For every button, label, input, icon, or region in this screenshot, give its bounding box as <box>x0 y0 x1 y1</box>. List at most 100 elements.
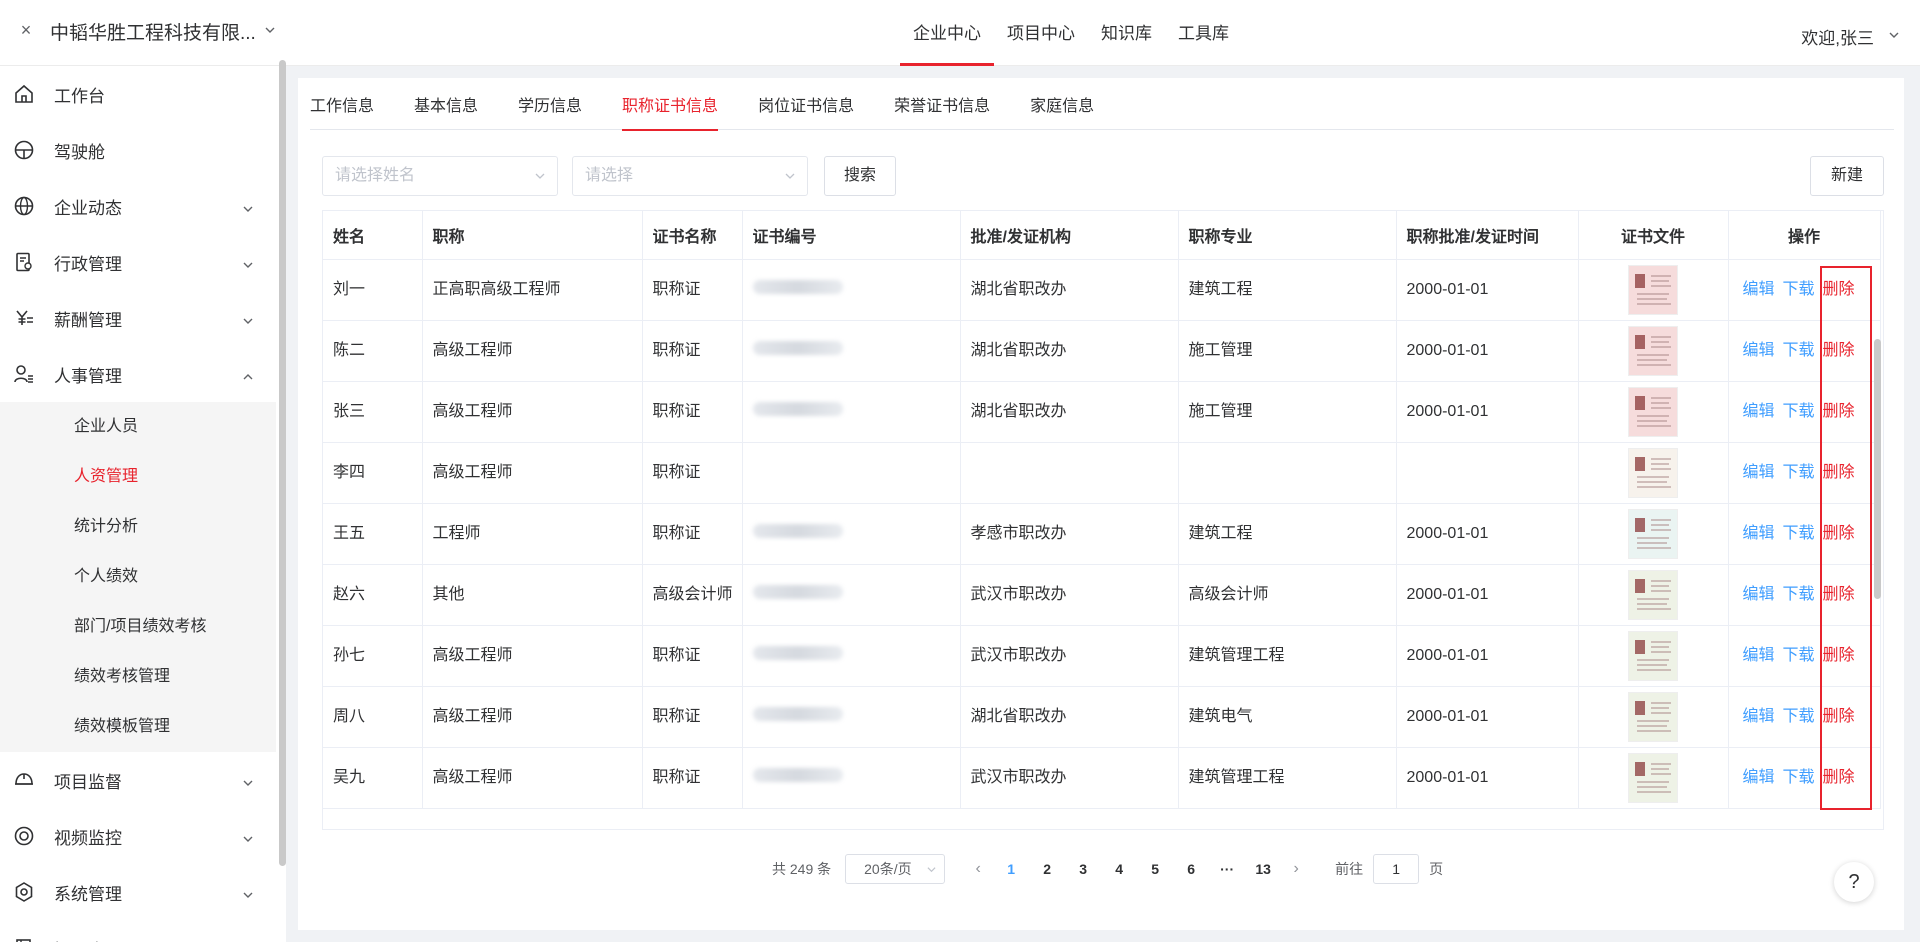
certificate-thumbnail[interactable] <box>1628 386 1678 437</box>
top-nav-item[interactable]: 工具库 <box>1165 0 1242 66</box>
table-row[interactable]: 赵六 其他 高级会计师 武汉市职改办 高级会计师 2000-01-01 编辑 下载 删除 <box>323 564 1881 626</box>
table-scrollbar[interactable] <box>1874 339 1881 599</box>
page-number[interactable]: 4 <box>1101 861 1137 877</box>
edit-link[interactable]: 编辑 <box>1743 342 1775 359</box>
sidebar-item[interactable]: 薪酬管理 <box>0 290 276 346</box>
close-icon[interactable]: × <box>18 21 34 39</box>
sidebar-subitem[interactable]: 绩效模板管理 <box>0 702 276 752</box>
sidebar-item[interactable]: 工作台 <box>0 66 276 122</box>
edit-link[interactable]: 编辑 <box>1743 403 1775 420</box>
goto-page-input[interactable]: 1 <box>1373 854 1420 884</box>
prev-page-icon[interactable]: ‹ <box>963 860 993 878</box>
sidebar-subitem[interactable]: 个人绩效 <box>0 552 276 602</box>
page-number[interactable]: ··· <box>1209 861 1245 877</box>
download-link[interactable]: 下载 <box>1783 403 1815 420</box>
download-link[interactable]: 下载 <box>1783 342 1815 359</box>
table-row[interactable]: 李四 高级工程师 职称证 编辑 下载 删除 <box>323 442 1881 504</box>
edit-link[interactable]: 编辑 <box>1743 464 1775 481</box>
sidebar-item[interactable]: 知识库 <box>0 920 276 942</box>
certificate-thumbnail[interactable] <box>1628 264 1678 315</box>
filter-select[interactable]: 请选择 <box>572 156 808 196</box>
company-name[interactable]: 中韬华胜工程科技有限... <box>50 18 256 45</box>
table-row[interactable]: 张三 高级工程师 职称证 湖北省职改办 施工管理 2000-01-01 编辑 下载 删除 <box>323 381 1881 443</box>
help-button[interactable]: ? <box>1834 862 1874 902</box>
chevron-down-icon <box>242 256 254 268</box>
sidebar-item[interactable]: 视频监控 <box>0 808 276 864</box>
sidebar-scrollbar[interactable] <box>279 60 286 866</box>
certificate-thumbnail[interactable] <box>1628 325 1678 376</box>
cell-title: 其他 <box>422 564 643 626</box>
sidebar-item[interactable]: 行政管理 <box>0 234 276 290</box>
chevron-down-icon[interactable] <box>264 24 276 36</box>
cell-issuer: 孝感市职改办 <box>960 503 1179 565</box>
edit-link[interactable]: 编辑 <box>1743 586 1775 603</box>
page-number[interactable]: 13 <box>1245 861 1281 877</box>
cell-issuer: 武汉市职改办 <box>960 625 1179 687</box>
table-row[interactable]: 吴九 高级工程师 职称证 武汉市职改办 建筑管理工程 2000-01-01 编辑 下载 删除 <box>323 747 1881 809</box>
name-select[interactable]: 请选择姓名 <box>322 156 558 196</box>
edit-link[interactable]: 编辑 <box>1743 525 1775 542</box>
page-number[interactable]: 6 <box>1173 861 1209 877</box>
sidebar-item-label: 薪酬管理 <box>54 310 122 330</box>
column-header: 证书文件 <box>1578 211 1729 260</box>
certificate-thumbnail[interactable] <box>1628 630 1678 681</box>
total-count: 共 249 条 <box>772 861 832 877</box>
new-button[interactable]: 新建 <box>1810 156 1884 196</box>
column-header: 职称批准/发证时间 <box>1396 211 1579 260</box>
next-page-icon[interactable]: › <box>1281 860 1311 878</box>
sidebar-subitem[interactable]: 人资管理 <box>0 452 276 502</box>
tab-item[interactable]: 基本信息 <box>414 94 478 130</box>
certificate-thumbnail[interactable] <box>1628 569 1678 620</box>
edit-link[interactable]: 编辑 <box>1743 647 1775 664</box>
download-link[interactable]: 下载 <box>1783 769 1815 786</box>
sidebar-item[interactable]: 驾驶舱 <box>0 122 276 178</box>
chevron-down-icon <box>242 886 254 898</box>
certificate-thumbnail[interactable] <box>1628 691 1678 742</box>
sidebar-item[interactable]: 人事管理 <box>0 346 276 402</box>
cell-cert-name: 职称证 <box>642 320 743 382</box>
tab-item[interactable]: 工作信息 <box>310 94 374 130</box>
table-row[interactable]: 王五 工程师 职称证 孝感市职改办 建筑工程 2000-01-01 编辑 下载 删除 <box>323 503 1881 565</box>
page-number[interactable]: 5 <box>1137 861 1173 877</box>
sidebar-subitem[interactable]: 绩效考核管理 <box>0 652 276 702</box>
download-link[interactable]: 下载 <box>1783 281 1815 298</box>
tab-item[interactable]: 家庭信息 <box>1030 94 1094 130</box>
sidebar-item[interactable]: 项目监督 <box>0 752 276 808</box>
certificate-thumbnail[interactable] <box>1628 508 1678 559</box>
page-number[interactable]: 3 <box>1065 861 1101 877</box>
download-link[interactable]: 下载 <box>1783 586 1815 603</box>
edit-link[interactable]: 编辑 <box>1743 708 1775 725</box>
search-button[interactable]: 搜索 <box>824 156 896 196</box>
table-row[interactable]: 刘一 正高职高级工程师 职称证 湖北省职改办 建筑工程 2000-01-01 编辑 下载 删除 <box>323 259 1881 321</box>
page-size-select[interactable]: 20条/页 <box>845 854 946 884</box>
top-nav-item[interactable]: 项目中心 <box>994 0 1088 66</box>
tab-item[interactable]: 学历信息 <box>518 94 582 130</box>
chevron-down-icon[interactable] <box>1888 29 1900 41</box>
page-number[interactable]: 1 <box>993 861 1029 877</box>
tab-item[interactable]: 职称证书信息 <box>622 94 719 131</box>
certificate-thumbnail[interactable] <box>1628 447 1678 498</box>
tab-item[interactable]: 荣誉证书信息 <box>894 94 990 130</box>
sidebar-item[interactable]: 企业动态 <box>0 178 276 234</box>
sidebar-subitem[interactable]: 部门/项目绩效考核 <box>0 602 276 652</box>
certificate-thumbnail[interactable] <box>1628 752 1678 803</box>
download-link[interactable]: 下载 <box>1783 464 1815 481</box>
table-row[interactable]: 陈二 高级工程师 职称证 湖北省职改办 施工管理 2000-01-01 编辑 下载 删除 <box>323 320 1881 382</box>
sidebar-item[interactable]: 系统管理 <box>0 864 276 920</box>
tab-item[interactable]: 岗位证书信息 <box>758 94 854 130</box>
download-link[interactable]: 下载 <box>1783 525 1815 542</box>
edit-link[interactable]: 编辑 <box>1743 281 1775 298</box>
cell-cert-file <box>1578 503 1729 565</box>
top-nav-item[interactable]: 知识库 <box>1088 0 1165 66</box>
table-row[interactable]: 周八 高级工程师 职称证 湖北省职改办 建筑电气 2000-01-01 编辑 下载 删除 <box>323 686 1881 748</box>
info-tabs: 工作信息 基本信息 学历信息 职称证书信息 岗位证书信息 荣誉证书信息 家庭信息 <box>310 94 1894 131</box>
top-nav-item[interactable]: 企业中心 <box>900 0 994 66</box>
table-row[interactable]: 孙七 高级工程师 职称证 武汉市职改办 建筑管理工程 2000-01-01 编辑 下载 删除 <box>323 625 1881 687</box>
user-welcome[interactable]: 欢迎,张三 <box>1801 24 1874 49</box>
sidebar-subitem[interactable]: 统计分析 <box>0 502 276 552</box>
sidebar-subitem[interactable]: 企业人员 <box>0 402 276 452</box>
page-number[interactable]: 2 <box>1029 861 1065 877</box>
download-link[interactable]: 下载 <box>1783 708 1815 725</box>
edit-link[interactable]: 编辑 <box>1743 769 1775 786</box>
download-link[interactable]: 下载 <box>1783 647 1815 664</box>
